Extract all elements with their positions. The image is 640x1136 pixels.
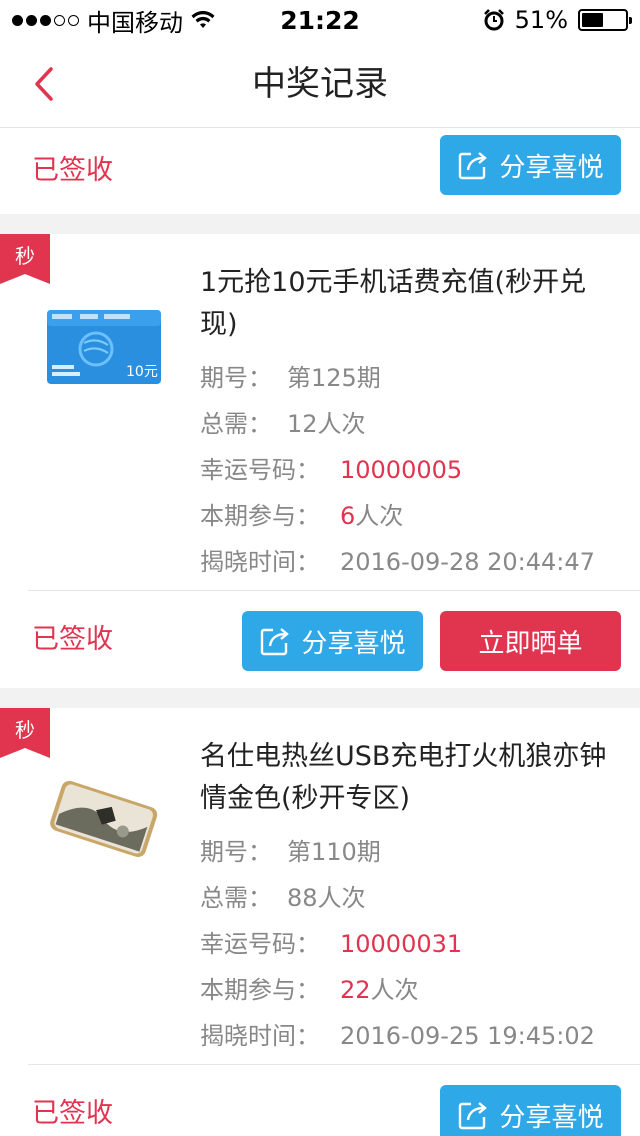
share-label: 分享喜悦 xyxy=(499,152,604,183)
battery-icon xyxy=(578,9,632,31)
post-review-label: 立即晒单 xyxy=(478,628,583,659)
share-button[interactable]: 分享喜悦 xyxy=(242,611,423,671)
period-row: 期号： 第125期 xyxy=(200,364,381,392)
share-icon xyxy=(459,152,488,180)
share-label: 分享喜悦 xyxy=(301,628,406,659)
status-signed: 已签收 xyxy=(32,624,113,655)
share-label: 分享喜悦 xyxy=(499,1102,604,1133)
battery-percent: 51% xyxy=(514,6,568,34)
period-row: 期号： 第110期 xyxy=(200,838,381,866)
section-gap xyxy=(0,214,640,234)
participation-row: 本期参与： 22人次 xyxy=(200,976,419,1004)
share-icon xyxy=(261,628,290,656)
record-action-row: 已签收 分享喜悦 立即晒单 xyxy=(0,591,640,688)
flash-tag: 秒 xyxy=(0,234,50,284)
reveal-time-row: 揭晓时间： 2016-09-28 20:44:47 xyxy=(200,548,595,576)
share-icon xyxy=(459,1102,488,1130)
winning-records-list: 已签收 分享喜悦 秒 10元 1元抢10元手机话费充值(秒开兑现) 期号： 第1… xyxy=(0,128,640,1136)
svg-text:10元: 10元 xyxy=(126,364,158,380)
record-action-row: 已签收 分享喜悦 xyxy=(0,1065,640,1136)
status-signed: 已签收 xyxy=(32,1098,113,1129)
participation-row: 本期参与： 6人次 xyxy=(200,502,404,530)
lucky-number-row: 幸运号码： 10000031 xyxy=(200,930,463,958)
status-bar: 中国移动 21:22 51% xyxy=(0,0,640,40)
section-gap xyxy=(0,688,640,708)
page-title: 中奖记录 xyxy=(252,64,388,104)
reveal-time-row: 揭晓时间： 2016-09-25 19:45:02 xyxy=(200,1022,595,1050)
product-title: 1元抢10元手机话费充值(秒开兑现) xyxy=(200,267,587,340)
share-button[interactable]: 分享喜悦 xyxy=(440,1085,621,1136)
alarm-icon xyxy=(483,9,504,31)
status-signed: 已签收 xyxy=(32,155,113,186)
lucky-number-row: 幸运号码： 10000005 xyxy=(200,456,463,484)
status-right: 51% xyxy=(483,6,632,34)
flash-tag: 秒 xyxy=(0,708,50,758)
post-review-button[interactable]: 立即晒单 xyxy=(440,611,621,671)
product-image-phone-card: 10元 xyxy=(47,310,161,384)
product-image-lighter xyxy=(50,780,158,858)
total-row: 总需： 88人次 xyxy=(200,884,366,912)
share-button[interactable]: 分享喜悦 xyxy=(440,135,621,195)
record-action-row: 已签收 分享喜悦 xyxy=(0,128,640,214)
record-card[interactable]: 秒 10元 1元抢10元手机话费充值(秒开兑现) 期号： 第125期 总需： 12人… xyxy=(0,234,640,591)
total-row: 总需： 12人次 xyxy=(200,410,366,438)
product-title: 名仕电热丝USB充电打火机狼亦钟情金色(秒开专区) xyxy=(200,741,607,814)
record-card[interactable]: 秒 名仕电热丝USB充电打火机狼亦钟情金色(秒开专区) 期号： 第110期 总需：… xyxy=(0,708,640,1065)
nav-bar: 中奖记录 xyxy=(0,40,640,128)
